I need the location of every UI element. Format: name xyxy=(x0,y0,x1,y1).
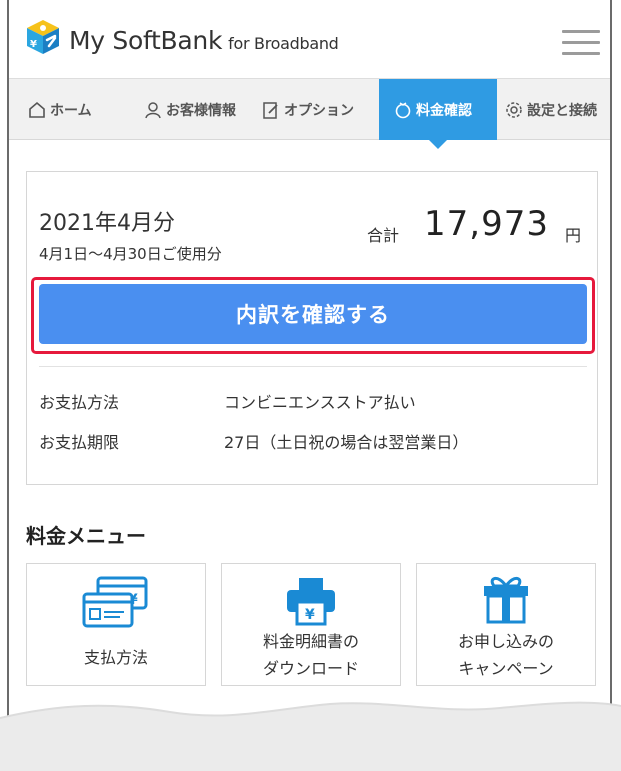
house-icon xyxy=(29,101,45,118)
tab-home[interactable]: ホーム xyxy=(27,79,92,140)
tab-label: お客様情報 xyxy=(166,102,236,119)
gear-icon xyxy=(506,101,522,118)
tab-settings[interactable]: 設定と接続 xyxy=(504,79,597,140)
menu-statement-download[interactable]: ¥ 料金明細書の ダウンロード xyxy=(221,563,401,686)
bill-summary-card: 2021年4月分 4月1日〜4月30日ご使用分 合計 17,973 円 内訳を確… xyxy=(26,171,598,485)
due-date-label: お支払期限 xyxy=(39,433,120,452)
coin-icon xyxy=(395,101,411,118)
tab-label: 料金確認 xyxy=(416,102,472,119)
document-edit-icon xyxy=(263,101,278,119)
brand-subtitle: for Broadband xyxy=(228,34,339,53)
menu-label: ダウンロード xyxy=(262,659,359,678)
total-label: 合計 xyxy=(367,226,400,245)
bill-period: 4月1日〜4月30日ご使用分 xyxy=(39,245,222,263)
menu-label: お申し込みの xyxy=(457,632,554,651)
view-breakdown-button[interactable]: 内訳を確認する xyxy=(39,284,587,344)
brand-title: My SoftBank for Broadband xyxy=(69,26,339,55)
divider xyxy=(39,366,587,367)
printer-icon: ¥ xyxy=(287,578,335,626)
payment-cards-icon: ¥ xyxy=(82,576,148,628)
tab-billing[interactable]: 料金確認 xyxy=(379,79,497,149)
total-amount: 17,973 xyxy=(424,204,549,244)
due-date-value: 27日（土日祝の場合は翌営業日） xyxy=(224,433,469,452)
svg-text:¥: ¥ xyxy=(30,39,37,50)
person-icon xyxy=(145,101,161,118)
tab-label: オプション xyxy=(284,102,354,119)
payment-method-label: お支払方法 xyxy=(39,393,120,412)
tab-label: ホーム xyxy=(50,102,92,119)
payment-method-value: コンビニエンスストア払い xyxy=(224,393,416,412)
hamburger-icon[interactable] xyxy=(562,30,600,55)
phone-frame: ¥ My SoftBank for Broadband ホーム お客様情報 オプシ… xyxy=(7,0,612,771)
tab-options[interactable]: オプション xyxy=(261,79,354,140)
tab-customer-info[interactable]: お客様情報 xyxy=(143,79,236,140)
billing-menu-title: 料金メニュー xyxy=(26,524,146,548)
nav-tabs: ホーム お客様情報 オプション 料金確認 設定と接続 xyxy=(9,78,610,149)
total-unit: 円 xyxy=(565,226,582,245)
app-header: ¥ My SoftBank for Broadband xyxy=(9,0,610,78)
svg-text:¥: ¥ xyxy=(305,607,315,623)
torn-edge-decoration xyxy=(0,701,621,771)
softbank-cube-logo[interactable]: ¥ xyxy=(24,18,62,56)
gift-icon xyxy=(484,577,528,624)
menu-payment-method[interactable]: ¥ 支払方法 xyxy=(26,563,206,686)
menu-label: 料金明細書の xyxy=(262,632,359,651)
menu-campaign[interactable]: お申し込みの キャンペーン xyxy=(416,563,596,686)
bill-month: 2021年4月分 xyxy=(39,211,175,236)
menu-label: 支払方法 xyxy=(83,648,148,667)
tab-label: 設定と接続 xyxy=(527,102,597,119)
menu-label: キャンペーン xyxy=(458,659,554,678)
